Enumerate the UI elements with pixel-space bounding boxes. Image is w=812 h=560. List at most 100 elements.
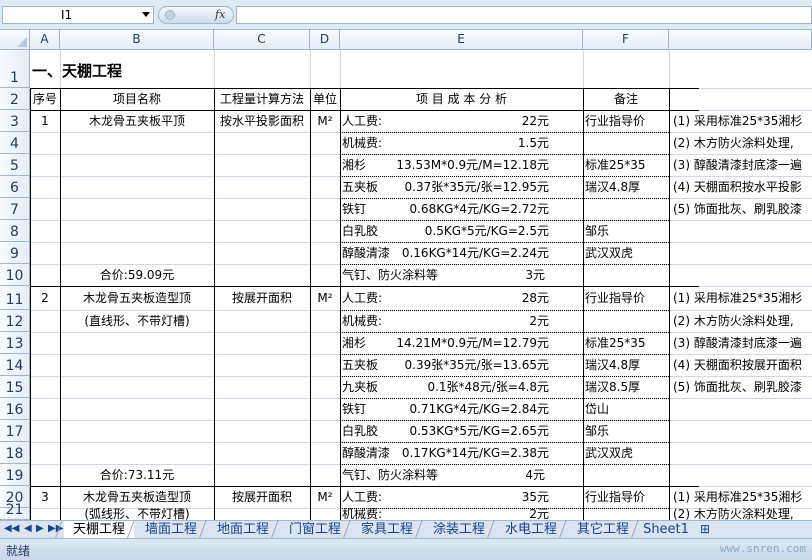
cost-line[interactable]: 人工费: 28元: [340, 286, 583, 310]
item-note[interactable]: 武汉双虎: [583, 442, 669, 464]
item-unit[interactable]: M²: [310, 486, 340, 508]
column-header-c[interactable]: C: [214, 30, 310, 50]
item-note[interactable]: [583, 132, 669, 154]
item-note[interactable]: 瑞汉4.8厚: [583, 176, 669, 198]
row-header-17[interactable]: 17: [0, 420, 30, 442]
row-header-3[interactable]: 3: [0, 110, 30, 132]
item-remark[interactable]: (5) 饰面批灰、刷乳胶漆: [669, 376, 812, 398]
formula-input[interactable]: [236, 6, 812, 24]
tab-nav-prev-icon[interactable]: ◀: [24, 523, 32, 534]
item-note[interactable]: 岱山: [583, 398, 669, 420]
item-remark[interactable]: [669, 264, 812, 286]
header-seq[interactable]: 序号: [30, 88, 60, 110]
header-name[interactable]: 项目名称: [60, 88, 214, 110]
row-header-13[interactable]: 13: [0, 332, 30, 354]
sheet-tab[interactable]: 其它工程: [568, 521, 638, 539]
cost-line[interactable]: 人工费: 35元: [340, 486, 583, 508]
item-note[interactable]: 行业指导价: [583, 486, 669, 508]
cost-line[interactable]: 白乳胶 0.53KG*5元/KG=2.65元: [340, 420, 583, 442]
cost-line[interactable]: 气钉、防火涂料等 3元: [340, 264, 583, 286]
item-total[interactable]: 合价:59.09元: [60, 264, 214, 286]
tab-nav-last-icon[interactable]: ▶▶: [48, 523, 63, 534]
cost-line[interactable]: 五夹板 0.39张*35元/张=13.65元: [340, 354, 583, 376]
item-remark[interactable]: [669, 420, 812, 442]
header-analysis[interactable]: 项 目 成 本 分 析: [340, 88, 583, 110]
cost-line[interactable]: 湘杉 13.53M*0.9元/M=12.18元: [340, 154, 583, 176]
item-remark[interactable]: [669, 220, 812, 242]
sheet-tab[interactable]: 家具工程: [352, 521, 422, 539]
cost-line[interactable]: 机械费: 2元: [340, 310, 583, 332]
cost-line[interactable]: 铁钉 0.68KG*4元/KG=2.72元: [340, 198, 583, 220]
row-header-1[interactable]: 1: [0, 50, 30, 88]
sheet-tab[interactable]: 墙面工程: [136, 521, 206, 539]
sheet-tab[interactable]: 天棚工程: [64, 521, 134, 539]
item-name[interactable]: 木龙骨五夹板平顶: [60, 110, 214, 132]
item-remark[interactable]: (1) 采用标准25*35湘杉: [669, 286, 812, 310]
row-header-12[interactable]: 12: [0, 310, 30, 332]
cost-line[interactable]: 气钉、防火涂料等 4元: [340, 464, 583, 486]
cost-line[interactable]: 九夹板 0.1张*48元/张=4.8元: [340, 376, 583, 398]
item-note[interactable]: [583, 464, 669, 486]
cost-line[interactable]: 人工费: 22元: [340, 110, 583, 132]
row-header-8[interactable]: 8: [0, 220, 30, 242]
insert-sheet-icon[interactable]: ⊞: [700, 522, 710, 536]
tab-nav-first-icon[interactable]: ◀◀: [4, 523, 19, 534]
item-name[interactable]: (弧线形、不带灯槽): [60, 508, 214, 520]
row-header-6[interactable]: 6: [0, 176, 30, 198]
cost-line[interactable]: 醇酸清漆 0.16KG*14元/KG=2.24元: [340, 242, 583, 264]
item-remark[interactable]: (3) 醇酸清漆封底漆一遍: [669, 332, 812, 354]
header-unit[interactable]: 单位: [310, 88, 340, 110]
item-note[interactable]: 行业指导价: [583, 110, 669, 132]
item-note[interactable]: [583, 508, 669, 520]
row-header-5[interactable]: 5: [0, 154, 30, 176]
item-note[interactable]: [583, 310, 669, 332]
item-name[interactable]: (直线形、不带灯槽): [60, 310, 214, 332]
item-note[interactable]: 瑞汉8.5厚: [583, 376, 669, 398]
item-remark[interactable]: (2) 木方防火涂料处理,: [669, 310, 812, 332]
item-note[interactable]: [583, 198, 669, 220]
item-note[interactable]: [583, 264, 669, 286]
header-method[interactable]: 工程量计算方法: [214, 88, 310, 110]
item-note[interactable]: 瑞汉4.8厚: [583, 354, 669, 376]
sheet-tab[interactable]: 地面工程: [208, 521, 278, 539]
item-remark[interactable]: (1) 采用标准25*35湘杉: [669, 486, 812, 508]
insert-function-button[interactable]: fx: [158, 6, 234, 24]
sheet-tab[interactable]: Sheet1: [640, 521, 692, 539]
row-header-14[interactable]: 14: [0, 354, 30, 376]
item-total[interactable]: 合价:73.11元: [60, 464, 214, 486]
item-note[interactable]: 邹乐: [583, 220, 669, 242]
row-header-10[interactable]: 10: [0, 264, 30, 286]
sheet-tab[interactable]: 门窗工程: [280, 521, 350, 539]
item-remark[interactable]: [669, 464, 812, 486]
cost-line[interactable]: 湘杉 14.21M*0.9元/M=12.79元: [340, 332, 583, 354]
row-header-16[interactable]: 16: [0, 398, 30, 420]
item-note[interactable]: 行业指导价: [583, 286, 669, 310]
item-seq[interactable]: 1: [30, 110, 60, 132]
item-remark[interactable]: (4) 天棚面积按展开面积: [669, 354, 812, 376]
row-header-18[interactable]: 18: [0, 442, 30, 464]
item-note[interactable]: 标准25*35: [583, 154, 669, 176]
cost-line[interactable]: 机械费: 2元: [340, 508, 583, 520]
name-box[interactable]: I1: [2, 6, 154, 24]
row-header-7[interactable]: 7: [0, 198, 30, 220]
cost-line[interactable]: 机械费: 1.5元: [340, 132, 583, 154]
item-note[interactable]: 邹乐: [583, 420, 669, 442]
item-remark[interactable]: [669, 398, 812, 420]
column-header-b[interactable]: B: [60, 30, 214, 50]
cost-line[interactable]: 白乳胶 0.5KG*5元/KG=2.5元: [340, 220, 583, 242]
item-unit[interactable]: M²: [310, 286, 340, 310]
row-header-4[interactable]: 4: [0, 132, 30, 154]
item-seq[interactable]: 2: [30, 286, 60, 310]
row-header-21[interactable]: 21: [0, 502, 30, 520]
item-remark[interactable]: (4) 天棚面积按水平投影: [669, 176, 812, 198]
row-header-11[interactable]: 11: [0, 286, 30, 310]
column-header-d[interactable]: D: [310, 30, 340, 50]
name-box-dropdown-icon[interactable]: [142, 12, 150, 17]
row-header-2[interactable]: 2: [0, 88, 30, 110]
column-header-f[interactable]: F: [583, 30, 669, 50]
item-note[interactable]: 标准25*35: [583, 332, 669, 354]
item-name[interactable]: 木龙骨五夹板造型顶: [60, 286, 214, 310]
item-method[interactable]: 按展开面积: [214, 486, 310, 508]
item-unit[interactable]: M²: [310, 110, 340, 132]
column-header-e[interactable]: E: [340, 30, 583, 50]
